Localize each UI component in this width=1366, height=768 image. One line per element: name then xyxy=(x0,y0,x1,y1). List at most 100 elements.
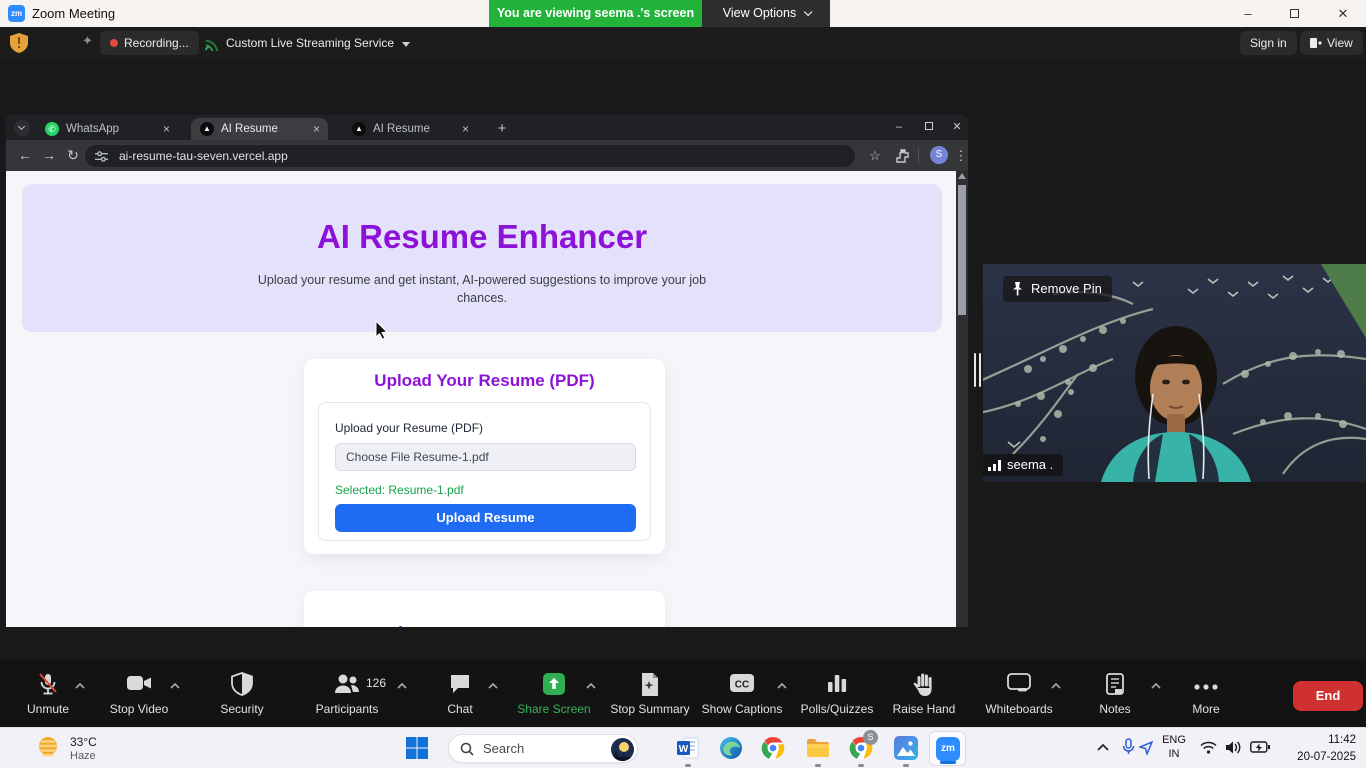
ai-resume-favicon: ▲ xyxy=(352,122,366,136)
page-subtitle: Upload your resume and get instant, AI-p… xyxy=(247,272,717,307)
search-highlight-image[interactable] xyxy=(611,738,634,761)
record-dot-icon xyxy=(110,39,118,47)
stop-video-button[interactable]: Stop Video xyxy=(84,660,194,727)
shield-icon xyxy=(231,672,253,696)
browser-minimize-button[interactable]: – xyxy=(886,115,912,139)
site-settings-icon[interactable] xyxy=(95,150,108,163)
captions-icon: CC xyxy=(729,672,755,694)
raise-hand-button[interactable]: Raise Hand xyxy=(869,660,979,727)
raised-hand-icon xyxy=(913,672,935,697)
tray-microphone-icon[interactable] xyxy=(1122,738,1135,757)
view-options-button[interactable]: View Options xyxy=(702,0,830,27)
video-options-chevron[interactable] xyxy=(169,682,181,690)
weather-widget[interactable] xyxy=(34,733,62,766)
taskbar-word-icon[interactable]: W xyxy=(676,736,700,760)
panel-resize-handle[interactable] xyxy=(974,353,982,387)
browser-menu-icon[interactable]: ⋮ xyxy=(950,140,968,171)
tab-close-icon[interactable]: × xyxy=(163,118,170,140)
taskbar-chrome-icon[interactable] xyxy=(761,736,785,760)
back-button[interactable]: ← xyxy=(14,140,36,171)
upload-card-title: Upload Your Resume (PDF) xyxy=(304,371,665,391)
browser-maximize-button[interactable] xyxy=(916,115,942,139)
taskbar-chrome-profile-icon[interactable]: S xyxy=(849,736,873,760)
tab-ai-resume-active[interactable]: ▲ AI Resume × xyxy=(191,118,328,140)
streaming-service-dropdown[interactable]: Custom Live Streaming Service xyxy=(226,31,410,55)
tab-close-icon[interactable]: × xyxy=(313,118,320,140)
view-layout-button[interactable]: View xyxy=(1300,31,1363,55)
active-app-indicator xyxy=(940,761,956,764)
upload-resume-button[interactable]: Upload Resume xyxy=(335,504,636,532)
tray-chevron-up-icon[interactable] xyxy=(1096,742,1110,752)
upload-card: Upload Your Resume (PDF) Upload your Res… xyxy=(304,359,665,554)
maximize-button[interactable] xyxy=(1277,0,1311,27)
taskbar-search[interactable]: Search xyxy=(448,734,638,763)
tab-whatsapp[interactable]: ✆ WhatsApp × xyxy=(36,118,178,140)
page-scrollbar[interactable] xyxy=(956,171,968,627)
chat-bubble-icon xyxy=(448,672,472,696)
clock-widget[interactable]: 11:42 20-07-2025 xyxy=(1290,732,1356,765)
start-button[interactable] xyxy=(405,736,429,760)
battery-icon[interactable] xyxy=(1250,741,1270,753)
running-indicator xyxy=(815,764,821,767)
new-tab-button[interactable]: + xyxy=(491,118,513,140)
temperature-text: 33°C xyxy=(70,735,97,749)
wifi-icon[interactable] xyxy=(1200,741,1217,754)
scroll-up-arrow-icon[interactable] xyxy=(958,173,966,179)
sign-in-button[interactable]: Sign in xyxy=(1240,31,1297,55)
svg-text:W: W xyxy=(679,744,689,755)
language-indicator[interactable]: ENG IN xyxy=(1160,734,1188,762)
reload-button[interactable]: ↻ xyxy=(62,140,84,171)
security-button[interactable]: Security xyxy=(187,660,297,727)
sparkle-icon[interactable]: ✦ xyxy=(82,33,93,49)
recording-indicator[interactable]: Recording... xyxy=(100,31,199,55)
participants-button[interactable]: Participants xyxy=(292,660,402,727)
minimize-button[interactable]: – xyxy=(1231,0,1265,27)
tray-location-icon[interactable] xyxy=(1139,741,1153,755)
bookmark-star-icon[interactable]: ☆ xyxy=(864,140,886,171)
page-title: AI Resume Enhancer xyxy=(22,218,942,256)
whiteboards-button[interactable]: Whiteboards xyxy=(964,660,1074,727)
running-indicator xyxy=(858,764,864,767)
scrollbar-thumb[interactable] xyxy=(958,185,966,315)
microphone-muted-icon xyxy=(36,672,60,698)
window-title: Zoom Meeting xyxy=(32,0,115,27)
extensions-icon[interactable] xyxy=(896,149,910,163)
share-screen-button[interactable]: Share Screen xyxy=(499,660,609,727)
participants-icon xyxy=(333,672,361,696)
weather-condition-text: Haze xyxy=(70,750,96,762)
forward-button[interactable]: → xyxy=(38,140,60,171)
zoom-topbar: ✦ Recording... Custom Live Streaming Ser… xyxy=(0,27,1366,60)
zoom-titlebar: zm Zoom Meeting You are viewing seema .'… xyxy=(0,0,1366,27)
hero-section: AI Resume Enhancer Upload your resume an… xyxy=(22,184,942,332)
chat-options-chevron[interactable] xyxy=(487,682,499,690)
taskbar-file-explorer-icon[interactable] xyxy=(806,736,830,760)
browser-toolbar: ← → ↻ ai-resume-tau-seven.vercel.app ☆ S… xyxy=(6,140,968,171)
end-meeting-button[interactable]: End xyxy=(1293,681,1363,711)
more-button[interactable]: More xyxy=(1151,660,1261,727)
tab-ai-resume-2[interactable]: ▲ AI Resume × xyxy=(343,118,477,140)
address-bar[interactable]: ai-resume-tau-seven.vercel.app xyxy=(85,145,855,167)
shield-warning-icon[interactable] xyxy=(10,33,28,53)
bar-chart-icon xyxy=(826,672,848,694)
tab-close-icon[interactable]: × xyxy=(462,118,469,140)
taskbar-edge-icon[interactable] xyxy=(719,736,743,760)
speaker-icon[interactable] xyxy=(1225,740,1242,755)
remove-pin-button[interactable]: Remove Pin xyxy=(1003,276,1112,302)
tab-search-chevron-button[interactable] xyxy=(14,120,30,136)
profile-avatar[interactable]: S xyxy=(930,146,948,164)
browser-close-button[interactable]: ✕ xyxy=(944,115,968,139)
upload-form: Upload your Resume (PDF) Choose File Res… xyxy=(318,402,651,541)
participants-count: 126 xyxy=(366,676,386,690)
show-captions-button[interactable]: CC Show Captions xyxy=(687,660,797,727)
windows-taskbar: 33°C Haze Search W S xyxy=(0,727,1366,768)
taskbar-photos-icon[interactable] xyxy=(894,736,918,760)
taskbar-zoom-icon[interactable]: zm xyxy=(929,731,966,766)
close-button[interactable]: ✕ xyxy=(1326,0,1360,27)
file-input[interactable]: Choose File Resume-1.pdf xyxy=(335,443,636,471)
pinned-participant-video[interactable]: Remove Pin seema . xyxy=(983,264,1366,482)
ai-resume-favicon: ▲ xyxy=(200,122,214,136)
running-indicator xyxy=(685,764,691,767)
next-section-title: AI Suggestions xyxy=(320,624,429,627)
haze-sun-icon xyxy=(34,733,62,761)
zoom-meeting-window: zm Zoom Meeting You are viewing seema .'… xyxy=(0,0,1366,768)
